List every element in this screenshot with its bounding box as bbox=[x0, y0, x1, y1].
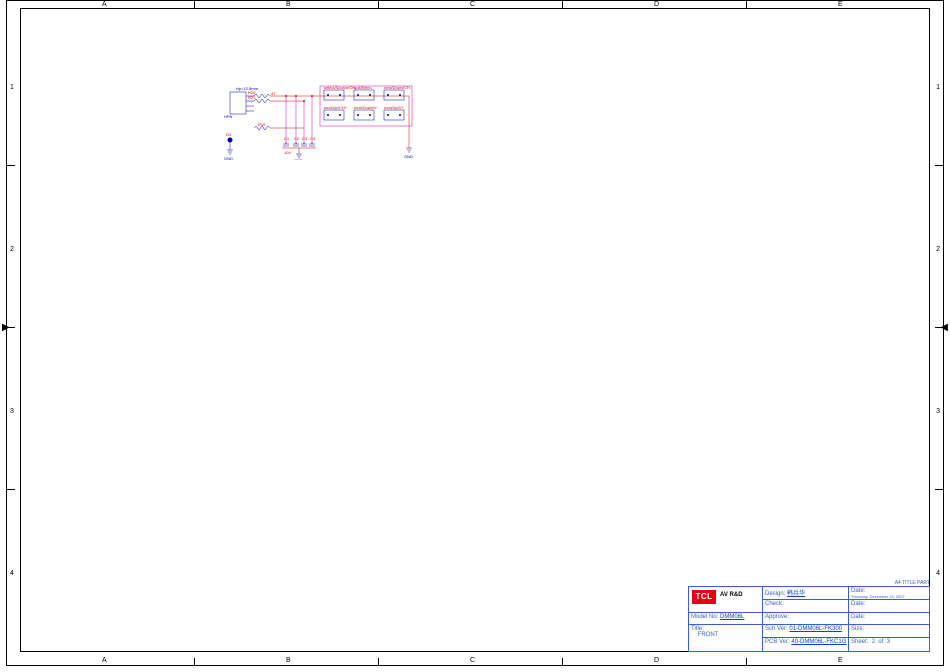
svg-text:GND: GND bbox=[404, 154, 413, 159]
approve-label: Approve: bbox=[763, 613, 849, 625]
date-value: Thursday, December 13, 2007 bbox=[851, 594, 905, 599]
svg-text:GND: GND bbox=[294, 158, 303, 160]
col-label-bot-A: A bbox=[102, 657, 107, 664]
arrow-right: ◀ bbox=[940, 322, 948, 333]
svg-text:C2: C2 bbox=[294, 136, 300, 141]
svg-text:C1: C1 bbox=[284, 136, 290, 141]
row-label-L2: 2 bbox=[10, 246, 14, 253]
row-label-L3: 3 bbox=[10, 408, 14, 415]
design-label: Design: bbox=[765, 591, 785, 597]
svg-text:GND: GND bbox=[224, 156, 233, 160]
svg-text:next/Up/CH+: next/Up/CH+ bbox=[324, 105, 348, 110]
col-label-top-D: D bbox=[654, 1, 659, 8]
title-block: TCL AV R&D Design: 韩兵华 Date:Thursday, De… bbox=[688, 586, 930, 652]
pcb-label: PCB Ver: bbox=[765, 639, 790, 645]
drawing-frame-inner bbox=[20, 8, 930, 652]
col-label-bot-E: E bbox=[838, 657, 843, 664]
row-label-R4: 4 bbox=[936, 570, 940, 577]
date3-label: Date: bbox=[849, 613, 929, 625]
row-label-L1: 1 bbox=[10, 84, 14, 91]
design-value: 韩兵华 bbox=[787, 591, 805, 597]
svg-text:C3: C3 bbox=[302, 136, 308, 141]
org-label: AV R&D bbox=[718, 591, 763, 601]
conn-type: HPN bbox=[224, 114, 233, 119]
row-label-R2: 2 bbox=[936, 246, 940, 253]
col-label-bot-C: C bbox=[470, 657, 475, 664]
row-label-R1: 1 bbox=[936, 84, 940, 91]
col-label-top-B: B bbox=[286, 1, 291, 8]
svg-text:C4: C4 bbox=[310, 136, 316, 141]
check-label: Check: bbox=[763, 600, 849, 613]
schematic-diagram: Hp=12.5mm HPN R20 R21 47 R19 bbox=[224, 84, 424, 160]
sch-value: 01-DMM06L-FK300 bbox=[789, 626, 842, 632]
date2-label: Date: bbox=[849, 600, 929, 613]
col-label-bot-B: B bbox=[286, 657, 291, 664]
model-label: Model No: bbox=[691, 614, 718, 620]
title-value: FRONT bbox=[698, 632, 719, 638]
sheet-cur: 2 bbox=[872, 639, 875, 645]
col-label-top-A: A bbox=[102, 1, 107, 8]
pcb-value: 40-DMM06L-FKC1G bbox=[791, 639, 846, 645]
sheet-of: of bbox=[878, 639, 883, 645]
arrow-left: ▶ bbox=[2, 322, 10, 333]
svg-text:D1: D1 bbox=[226, 132, 232, 137]
row-label-R3: 3 bbox=[936, 408, 940, 415]
sheet-tot: 3 bbox=[887, 639, 890, 645]
svg-text:47: 47 bbox=[271, 91, 276, 96]
svg-text:R21: R21 bbox=[248, 95, 256, 100]
row-label-L4: 4 bbox=[10, 570, 14, 577]
col-label-bot-D: D bbox=[654, 657, 659, 664]
col-label-top-E: E bbox=[838, 1, 843, 8]
svg-text:next/Up/V+: next/Up/V+ bbox=[384, 105, 405, 110]
svg-text:next/Down/V-: next/Down/V- bbox=[354, 105, 378, 110]
size-label: Size: bbox=[849, 625, 929, 638]
col-label-top-C: C bbox=[470, 1, 475, 8]
model-value: DMM06L bbox=[720, 614, 744, 620]
sch-label: Sch Ver: bbox=[765, 626, 788, 632]
sheet-label: Sheet: bbox=[851, 639, 868, 645]
svg-text:104: 104 bbox=[284, 150, 291, 155]
